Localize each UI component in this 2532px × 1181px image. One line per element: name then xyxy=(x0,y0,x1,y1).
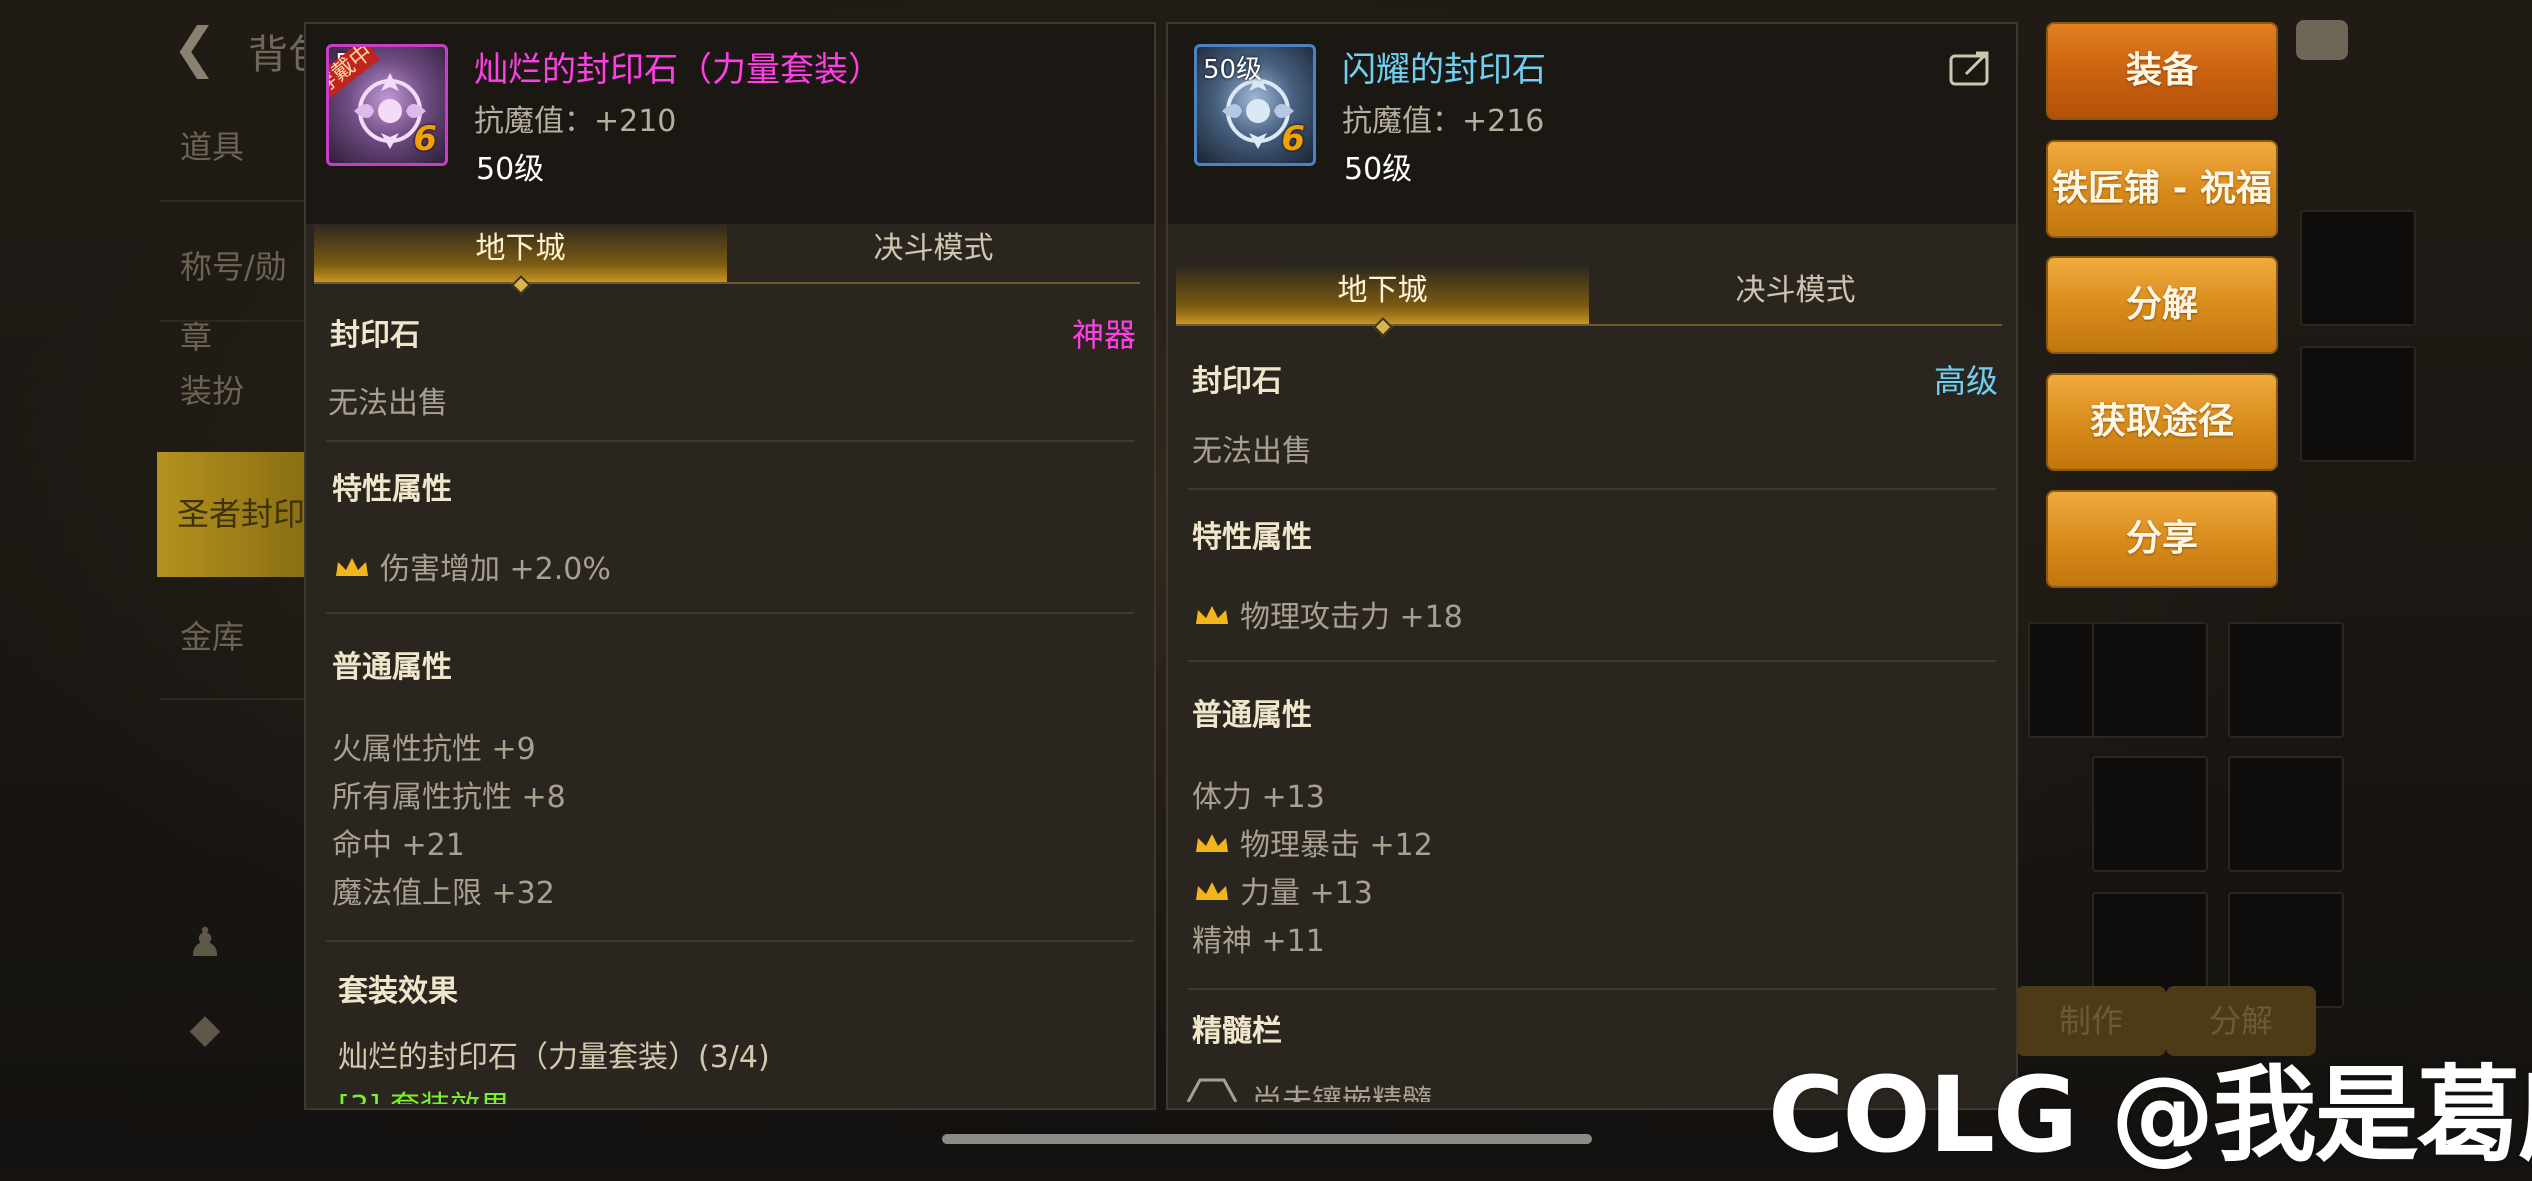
chat-icon[interactable] xyxy=(2296,20,2348,60)
tab-dungeon[interactable]: 地下城 xyxy=(1176,264,1589,324)
back-arrow-icon[interactable]: ❮ xyxy=(172,18,232,78)
item-level: 50级 xyxy=(1344,152,1413,187)
inventory-slot[interactable] xyxy=(2300,210,2416,326)
home-indicator[interactable] xyxy=(942,1134,1592,1144)
item-category: 封印石 xyxy=(330,318,420,353)
item-name: 灿烂的封印石（力量套装） xyxy=(474,50,882,90)
divider xyxy=(326,940,1134,942)
normal-attr: 体力 +13 xyxy=(1192,780,1325,815)
left-tab-items[interactable]: 道具 xyxy=(160,112,310,182)
item-grade: 神器 xyxy=(1071,316,1136,354)
special-attr-title: 特性属性 xyxy=(332,472,452,507)
left-tab-avatar[interactable]: 装扮 xyxy=(160,356,310,426)
special-attr-text: 伤害增加 +2.0% xyxy=(380,552,611,587)
normal-attr: 火属性抗性 +9 xyxy=(332,732,536,767)
disassemble-button[interactable]: 分解 xyxy=(2046,256,2278,354)
normal-attr: 魔法值上限 +32 xyxy=(332,876,555,911)
normal-attr: 力量 +13 xyxy=(1194,868,1373,912)
share-button[interactable]: 分享 xyxy=(2046,490,2278,588)
crown-icon xyxy=(1196,605,1228,624)
left-divider xyxy=(160,698,308,700)
item-level-tag: 50级 xyxy=(1203,55,1263,85)
left-tab-vault[interactable]: 金库 xyxy=(160,602,310,672)
item-magic-resist: 抗魔值：+216 xyxy=(1342,104,1545,139)
divider xyxy=(1188,988,1996,990)
normal-attr-title: 普通属性 xyxy=(1192,698,1312,733)
divider xyxy=(1188,488,1996,490)
refine-level: 6 xyxy=(413,119,437,159)
equip-button[interactable]: 装备 xyxy=(2046,22,2278,120)
tab-pvp[interactable]: 决斗模式 xyxy=(1589,264,2002,324)
gem-icon[interactable]: ◆ xyxy=(180,1004,230,1054)
refine-level: 6 xyxy=(1281,119,1305,159)
set-effect-title: 套装效果 xyxy=(338,974,458,1009)
item-grade: 高级 xyxy=(1933,362,1998,400)
blacksmith-bless-button[interactable]: 铁匠铺 - 祝福 xyxy=(2046,140,2278,238)
inventory-slot[interactable] xyxy=(2228,756,2344,872)
left-divider xyxy=(160,200,308,202)
obtain-route-button[interactable]: 获取途径 xyxy=(2046,373,2278,471)
normal-attr: 命中 +21 xyxy=(332,828,465,863)
normal-attr: 所有属性抗性 +8 xyxy=(332,780,566,815)
tab-underline xyxy=(1176,324,2002,326)
normal-attr: 精神 +11 xyxy=(1192,924,1325,959)
mode-tabs: 地下城 决斗模式 xyxy=(314,222,1140,295)
set-name: 灿烂的封印石（力量套装）(3/4) xyxy=(338,1040,770,1075)
crown-icon xyxy=(336,557,368,576)
special-attr: 物理攻击力 +18 xyxy=(1194,592,1463,636)
essence-row-clip: 尚未镶嵌精髓 xyxy=(1184,1068,1584,1102)
equipped-item-panel: 5 穿戴中 6 灿烂的封印石（力量套装） 抗魔值：+210 50级 地下城 决斗… xyxy=(304,22,1156,1110)
inventory-slot[interactable] xyxy=(2228,622,2344,738)
essence-slot-icon xyxy=(1186,1078,1238,1102)
divider xyxy=(326,612,1134,614)
item-name: 闪耀的封印石 xyxy=(1342,50,1546,90)
sale-status: 无法出售 xyxy=(1192,434,1312,469)
item-category: 封印石 xyxy=(1192,364,1282,399)
mode-tabs: 地下城 决斗模式 xyxy=(1176,264,2002,337)
export-icon[interactable] xyxy=(1948,48,1994,88)
left-tab-seal[interactable]: 圣者封印 xyxy=(157,452,307,577)
normal-attr-text: 物理暴击 +12 xyxy=(1240,828,1433,863)
tab-pvp[interactable]: 决斗模式 xyxy=(727,222,1140,282)
inventory-slot[interactable] xyxy=(2300,346,2416,462)
tab-underline xyxy=(314,282,1140,284)
set-next-clip: [3] 套装效果 xyxy=(338,1082,738,1104)
item-icon: 50级 6 xyxy=(1194,44,1316,166)
normal-attr-title: 普通属性 xyxy=(332,650,452,685)
essence-slot-title: 精髓栏 xyxy=(1192,1014,1282,1049)
item-level: 50级 xyxy=(476,152,545,187)
left-tab-titles[interactable]: 称号/勋章 xyxy=(160,232,310,356)
special-attr-text: 物理攻击力 +18 xyxy=(1240,600,1463,635)
item-icon: 5 穿戴中 6 xyxy=(326,44,448,166)
crown-icon xyxy=(1196,881,1228,900)
set-next-effect: [3] 套装效果 xyxy=(338,1082,510,1104)
tab-dungeon[interactable]: 地下城 xyxy=(314,222,727,282)
sale-status: 无法出售 xyxy=(328,386,448,421)
normal-attr: 物理暴击 +12 xyxy=(1194,820,1433,864)
essence-status: 尚未镶嵌精髓 xyxy=(1252,1084,1432,1102)
divider xyxy=(326,440,1134,442)
normal-attr-text: 力量 +13 xyxy=(1240,876,1373,911)
crown-icon xyxy=(1196,833,1228,852)
left-divider xyxy=(160,320,308,322)
special-attr: 伤害增加 +2.0% xyxy=(334,544,611,588)
item-magic-resist: 抗魔值：+210 xyxy=(474,104,677,139)
inventory-slot[interactable] xyxy=(2092,756,2208,872)
compare-item-panel: 50级 6 闪耀的封印石 抗魔值：+216 50级 地下城 决斗模式 封印石 高… xyxy=(1166,22,2018,1110)
inventory-slot[interactable] xyxy=(2092,622,2208,738)
watermark: COLG @我是葛座 xyxy=(1768,1054,2532,1176)
character-icon[interactable]: ♟ xyxy=(180,918,230,968)
divider xyxy=(1188,660,1996,662)
special-attr-title: 特性属性 xyxy=(1192,520,1312,555)
